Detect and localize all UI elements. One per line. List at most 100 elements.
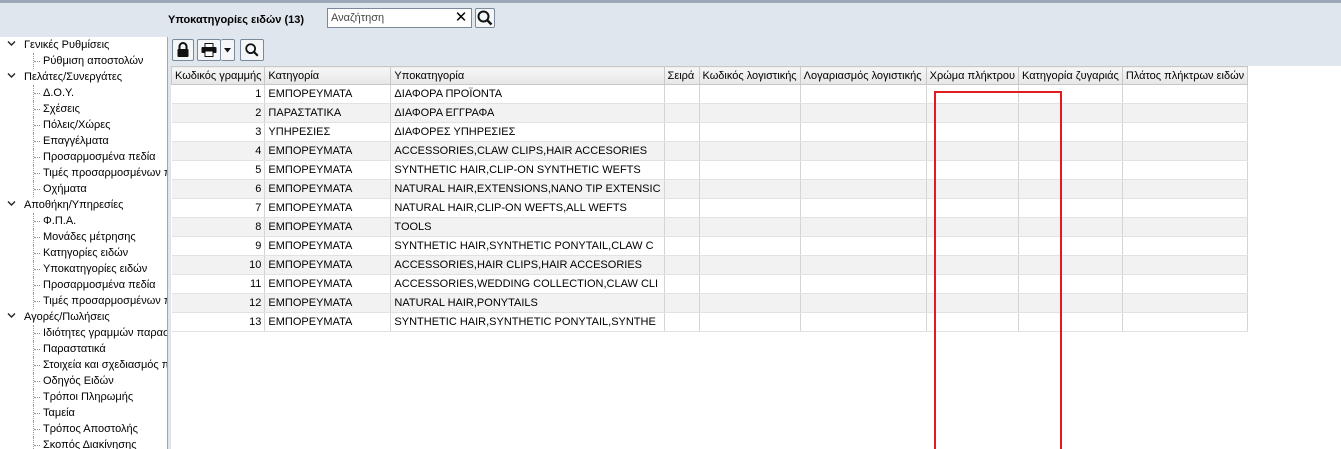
table-cell[interactable] xyxy=(926,84,1020,104)
table-cell[interactable] xyxy=(926,122,1020,142)
table-cell[interactable] xyxy=(699,198,801,218)
column-header[interactable]: Πλάτος πλήκτρων ειδών xyxy=(1121,66,1249,85)
table-cell[interactable]: ΕΜΠΟΡΕΥΜΑΤΑ xyxy=(264,198,392,218)
tree-item[interactable]: Σκοπός Διακίνησης xyxy=(0,437,167,449)
tree-group[interactable]: Αποθήκη/Υπηρεσίες xyxy=(0,197,167,213)
header-search-button[interactable] xyxy=(475,8,495,28)
table-cell[interactable] xyxy=(1122,312,1249,332)
table-cell[interactable]: 5 xyxy=(171,160,266,180)
table-cell[interactable]: 10 xyxy=(171,255,266,275)
table-cell[interactable]: ΕΜΠΟΡΕΥΜΑΤΑ xyxy=(264,160,392,180)
tree-item[interactable]: Τρόποι Πληρωμής xyxy=(0,389,167,405)
table-cell[interactable]: NATURAL HAIR,PONYTAILS xyxy=(390,293,665,313)
tree-item[interactable]: Οχήματα xyxy=(0,181,167,197)
table-cell[interactable]: ΕΜΠΟΡΕΥΜΑΤΑ xyxy=(264,179,392,199)
table-cell[interactable] xyxy=(800,293,927,313)
table-cell[interactable] xyxy=(926,255,1020,275)
table-cell[interactable]: NATURAL HAIR,EXTENSIONS,NANO TIP EXTENSI… xyxy=(390,179,665,199)
table-cell[interactable] xyxy=(1018,141,1123,161)
table-cell[interactable] xyxy=(699,160,801,180)
table-cell[interactable] xyxy=(664,293,700,313)
table-row[interactable]: 5 ΕΜΠΟΡΕΥΜΑΤΑ SYNTHETIC HAIR,CLIP-ON SYNTH… xyxy=(171,160,1249,180)
table-cell[interactable] xyxy=(699,179,801,199)
print-options-dropdown[interactable] xyxy=(221,39,235,61)
table-row[interactable]: 13 ΕΜΠΟΡΕΥΜΑΤΑ SYNTHETIC HAIR,SYNTHETIC PO… xyxy=(171,312,1249,332)
tree-item[interactable]: Στοιχεία και σχεδιασμός π xyxy=(0,357,167,373)
table-cell[interactable] xyxy=(1018,312,1123,332)
table-cell[interactable]: 6 xyxy=(171,179,266,199)
table-cell[interactable] xyxy=(1122,236,1249,256)
table-cell[interactable] xyxy=(1122,179,1249,199)
table-cell[interactable] xyxy=(926,198,1020,218)
tree-item[interactable]: Προσαρμοσμένα πεδία xyxy=(0,149,167,165)
table-cell[interactable] xyxy=(664,122,700,142)
search-input[interactable] xyxy=(328,9,452,27)
table-cell[interactable] xyxy=(1018,255,1123,275)
table-cell[interactable] xyxy=(800,141,927,161)
column-header[interactable]: Χρώμα πλήκτρου xyxy=(925,66,1020,85)
table-cell[interactable] xyxy=(926,293,1020,313)
table-cell[interactable] xyxy=(1122,274,1249,294)
table-cell[interactable] xyxy=(664,141,700,161)
table-cell[interactable] xyxy=(1122,103,1249,123)
tree-item[interactable]: Φ.Π.Α. xyxy=(0,213,167,229)
table-cell[interactable]: SYNTHETIC HAIR,CLIP-ON SYNTHETIC WEFTS xyxy=(390,160,665,180)
table-cell[interactable]: ΕΜΠΟΡΕΥΜΑΤΑ xyxy=(264,293,392,313)
table-row[interactable]: 1 ΕΜΠΟΡΕΥΜΑΤΑ ΔΙΑΦΟΡΑ ΠΡΟΪΟΝΤΑ xyxy=(171,84,1249,104)
table-cell[interactable] xyxy=(1122,198,1249,218)
table-cell[interactable]: ΔΙΑΦΟΡΑ ΕΓΓΡΑΦΑ xyxy=(390,103,665,123)
table-cell[interactable] xyxy=(800,236,927,256)
chevron-down-icon[interactable] xyxy=(7,69,16,85)
tree-item[interactable]: Μονάδες μέτρησης xyxy=(0,229,167,245)
table-cell[interactable] xyxy=(1018,274,1123,294)
table-cell[interactable]: ΠΑΡΑΣΤΑΤΙΚΑ xyxy=(264,103,392,123)
tree-item[interactable]: Ρύθμιση αποστολών xyxy=(0,53,167,69)
table-cell[interactable]: 2 xyxy=(171,103,266,123)
table-cell[interactable]: ΔΙΑΦΟΡΑ ΠΡΟΪΟΝΤΑ xyxy=(390,84,665,104)
chevron-down-icon[interactable] xyxy=(7,37,16,53)
table-cell[interactable]: ΕΜΠΟΡΕΥΜΑΤΑ xyxy=(264,274,392,294)
table-cell[interactable] xyxy=(926,179,1020,199)
table-cell[interactable] xyxy=(699,84,801,104)
column-header[interactable]: Κατηγορία xyxy=(264,66,392,85)
table-cell[interactable] xyxy=(800,274,927,294)
tree-item[interactable]: Επαγγέλματα xyxy=(0,133,167,149)
table-cell[interactable] xyxy=(800,179,927,199)
table-cell[interactable] xyxy=(1122,293,1249,313)
table-cell[interactable]: 7 xyxy=(171,198,266,218)
table-cell[interactable] xyxy=(926,103,1020,123)
print-button[interactable] xyxy=(197,39,221,61)
table-cell[interactable] xyxy=(664,312,700,332)
tree-item[interactable]: Ιδιότητες γραμμών παρασ xyxy=(0,325,167,341)
table-cell[interactable] xyxy=(1018,160,1123,180)
chevron-down-icon[interactable] xyxy=(7,309,16,325)
table-cell[interactable] xyxy=(1018,293,1123,313)
table-cell[interactable]: ACCESSORIES,HAIR CLIPS,HAIR ACCESORIES xyxy=(390,255,665,275)
table-cell[interactable] xyxy=(800,122,927,142)
table-cell[interactable] xyxy=(926,160,1020,180)
tree-item[interactable]: Τρόπος Αποστολής xyxy=(0,421,167,437)
table-cell[interactable] xyxy=(1018,179,1123,199)
table-cell[interactable] xyxy=(699,103,801,123)
table-cell[interactable] xyxy=(1018,236,1123,256)
table-cell[interactable]: NATURAL HAIR,CLIP-ON WEFTS,ALL WEFTS xyxy=(390,198,665,218)
tree-item[interactable]: Δ.Ο.Υ. xyxy=(0,85,167,101)
table-cell[interactable]: 9 xyxy=(171,236,266,256)
table-cell[interactable] xyxy=(699,293,801,313)
lock-button[interactable] xyxy=(172,39,194,61)
table-cell[interactable] xyxy=(1122,122,1249,142)
table-cell[interactable] xyxy=(664,217,700,237)
table-cell[interactable]: 8 xyxy=(171,217,266,237)
table-cell[interactable] xyxy=(699,274,801,294)
tree-item[interactable]: Πόλεις/Χώρες xyxy=(0,117,167,133)
tree-group[interactable]: Πελάτες/Συνεργάτες xyxy=(0,69,167,85)
table-cell[interactable] xyxy=(664,236,700,256)
table-cell[interactable] xyxy=(800,255,927,275)
table-cell[interactable] xyxy=(800,103,927,123)
table-cell[interactable]: ΕΜΠΟΡΕΥΜΑΤΑ xyxy=(264,141,392,161)
table-cell[interactable] xyxy=(1018,84,1123,104)
table-row[interactable]: 11 ΕΜΠΟΡΕΥΜΑΤΑ ACCESSORIES,WEDDING COLLECT… xyxy=(171,274,1249,294)
table-cell[interactable]: ΕΜΠΟΡΕΥΜΑΤΑ xyxy=(264,236,392,256)
tree-item[interactable]: Ταμεία xyxy=(0,405,167,421)
table-cell[interactable]: ΕΜΠΟΡΕΥΜΑΤΑ xyxy=(264,217,392,237)
